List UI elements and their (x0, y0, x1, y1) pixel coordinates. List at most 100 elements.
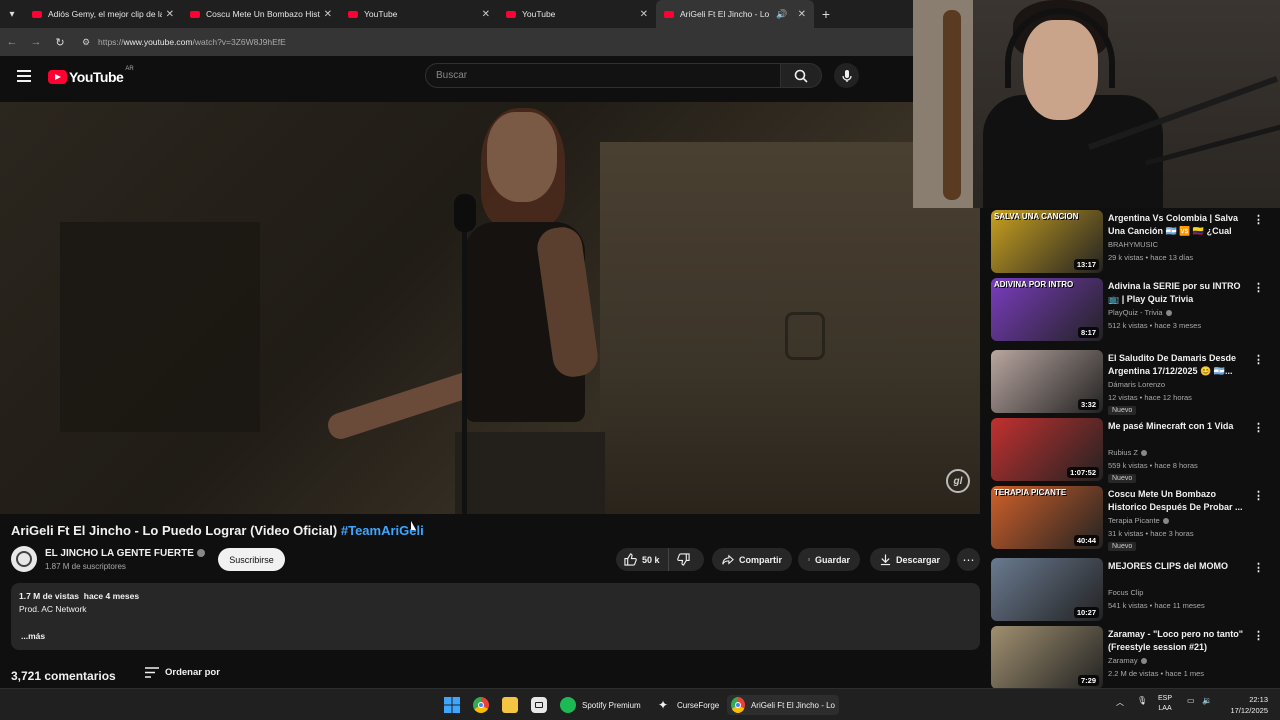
system-clock[interactable]: 22:13 17/12/2025 (1212, 694, 1268, 716)
volume-icon[interactable]: 🔉 (1202, 696, 1212, 705)
youtube-logo[interactable]: YouTube AR (48, 66, 134, 85)
tab-title: AriGeli Ft El Jincho - Lo Pue (680, 9, 770, 19)
recommended-channel[interactable]: BRAHYMUSIC (1108, 240, 1158, 249)
thumbnail-caption: ADIVINA POR INTRO (994, 280, 1074, 289)
recommended-title[interactable]: Me pasé Minecraft con 1 Vida (1108, 420, 1248, 433)
youtube-favicon-icon (348, 10, 358, 18)
subscribe-button[interactable]: Suscribirse (218, 548, 285, 571)
recommended-channel-name: Zaramay (1108, 656, 1138, 665)
recommended-title[interactable]: Coscu Mete Un Bombazo Historico Después … (1108, 488, 1248, 514)
taskbar-app-button[interactable] (527, 695, 551, 715)
search-button[interactable] (781, 63, 822, 88)
video-thumbnail[interactable]: SALVA UNA CANCION 13:17 (991, 210, 1103, 273)
recommended-title[interactable]: Zaramay - "Loco pero no tanto" (Freestyl… (1108, 628, 1248, 654)
recommended-channel[interactable]: Zaramay (1108, 656, 1147, 665)
site-info-icon[interactable]: ⚙ (78, 37, 94, 48)
more-options-icon[interactable]: ⋮ (1253, 629, 1264, 642)
more-options-icon[interactable]: ⋮ (1253, 213, 1264, 226)
video-frame-wall-logo (785, 312, 825, 360)
tab-search-chevron-icon[interactable]: ▾ (0, 0, 24, 28)
windows-logo-icon (444, 697, 460, 713)
channel-avatar[interactable] (11, 546, 37, 572)
browser-tab[interactable]: YouTube ✕ (340, 0, 498, 28)
video-player[interactable]: gl (0, 102, 980, 514)
close-tab-icon[interactable]: ✕ (482, 9, 490, 20)
recommended-video[interactable]: SALVA UNA CANCION 13:17 Argentina Vs Colom… (991, 210, 1276, 274)
like-button[interactable]: 50 k (616, 548, 669, 571)
close-tab-icon[interactable]: ✕ (798, 9, 806, 20)
recommended-title[interactable]: MEJORES CLIPS del MOMO (1108, 560, 1248, 573)
taskbar-chrome-button[interactable] (469, 695, 493, 715)
url-field[interactable]: https://www.youtube.com/watch?v=3Z6W8J9h… (98, 37, 286, 47)
video-thumbnail[interactable]: 3:32 (991, 350, 1103, 413)
thumbs-down-icon (676, 553, 690, 566)
recommended-video[interactable]: TERAPIA PICANTE 40:44 Coscu Mete Un Bombaz… (991, 486, 1276, 551)
taskbar-explorer-button[interactable] (498, 695, 522, 715)
view-count: 1.7 M de vistas (19, 591, 80, 601)
thumbnail-caption: SALVA UNA CANCION (994, 212, 1079, 221)
recommended-channel[interactable]: PlayQuiz - Trivia (1108, 308, 1172, 317)
channel-name[interactable]: EL JINCHO LA GENTE FUERTE (45, 548, 205, 559)
recommended-channel[interactable]: Terapia Picante (1108, 516, 1169, 525)
more-options-icon[interactable]: ⋮ (1253, 281, 1264, 294)
video-thumbnail[interactable]: 1:07:52 (991, 418, 1103, 481)
new-tab-icon[interactable]: + (814, 6, 838, 22)
video-thumbnail[interactable]: ADIVINA POR INTRO 8:17 (991, 278, 1103, 341)
browser-tab[interactable]: YouTube ✕ (498, 0, 656, 28)
more-options-icon[interactable]: ⋮ (1253, 421, 1264, 434)
recommended-title[interactable]: Adivina la SERIE por su INTRO 📺 | Play Q… (1108, 280, 1248, 306)
recommended-channel[interactable]: Focus Clip (1108, 588, 1143, 597)
share-button[interactable]: Compartir (712, 548, 792, 571)
voice-search-button[interactable] (834, 63, 859, 88)
browser-tab[interactable]: Coscu Mete Un Bombazo Histo ✕ (182, 0, 340, 28)
save-button[interactable]: Guardar (798, 548, 860, 571)
reload-icon[interactable]: ↻ (48, 36, 72, 49)
more-actions-icon[interactable]: ⋯ (957, 548, 980, 571)
menu-icon[interactable] (17, 70, 31, 82)
recommended-video[interactable]: 10:27 MEJORES CLIPS del MOMO Focus Clip 541… (991, 558, 1276, 622)
recommended-video[interactable]: 7:29 Zaramay - "Loco pero no tanto" (Free… (991, 626, 1276, 688)
subscriber-count: 1.87 M de suscriptores (45, 562, 126, 571)
comments-count: 3,721 comentarios (11, 669, 116, 683)
upload-age: hace 4 meses (83, 591, 140, 601)
show-hidden-icons-icon[interactable]: ︿ (1116, 697, 1124, 708)
audio-playing-icon[interactable]: 🔊 (776, 9, 787, 20)
recommended-title[interactable]: El Saludito De Damaris Desde Argentina 1… (1108, 352, 1248, 378)
more-options-icon[interactable]: ⋮ (1253, 561, 1264, 574)
close-tab-icon[interactable]: ✕ (640, 9, 648, 20)
close-tab-icon[interactable]: ✕ (166, 9, 174, 20)
video-thumbnail[interactable]: 10:27 (991, 558, 1103, 621)
language-indicator[interactable]: ESP LAA (1158, 694, 1172, 714)
download-button[interactable]: Descargar (870, 548, 950, 571)
channel-watermark-icon[interactable]: gl (946, 469, 970, 493)
start-button[interactable] (440, 695, 464, 715)
recommended-channel[interactable]: Dámaris Lorenzo (1108, 380, 1165, 389)
video-thumbnail[interactable]: TERAPIA PICANTE 40:44 (991, 486, 1103, 549)
browser-tab-active[interactable]: AriGeli Ft El Jincho - Lo Pue 🔊 ✕ (656, 0, 814, 28)
close-tab-icon[interactable]: ✕ (324, 9, 332, 20)
taskbar-chrome-window-button[interactable]: AriGeli Ft El Jincho - Lo (727, 695, 839, 715)
recommended-title[interactable]: Argentina Vs Colombia | Salva Una Canció… (1108, 212, 1248, 238)
taskbar-spotify-button[interactable]: Spotify Premium (556, 695, 645, 715)
recommended-video[interactable]: 3:32 El Saludito De Damaris Desde Argenti… (991, 350, 1276, 415)
network-icon[interactable]: ▭ (1187, 696, 1195, 705)
share-label: Compartir (738, 554, 782, 565)
back-icon[interactable]: ← (0, 36, 24, 48)
sort-comments-button[interactable]: Ordenar por (145, 667, 220, 678)
more-options-icon[interactable]: ⋮ (1253, 489, 1264, 502)
dislike-button[interactable] (669, 548, 703, 571)
forward-icon[interactable]: → (24, 36, 48, 48)
recommended-video[interactable]: 1:07:52 Me pasé Minecraft con 1 Vida Rubiu… (991, 418, 1276, 483)
recommended-video[interactable]: ADIVINA POR INTRO 8:17 Adivina la SERIE po… (991, 278, 1276, 342)
browser-tab[interactable]: Adiós Gemy, el mejor clip de la ✕ (24, 0, 182, 28)
search-input[interactable] (436, 70, 780, 81)
show-more-link[interactable]: ...más (21, 631, 45, 641)
video-thumbnail[interactable]: 7:29 (991, 626, 1103, 688)
more-options-icon[interactable]: ⋮ (1253, 353, 1264, 366)
language-code: ESP (1158, 695, 1173, 702)
microphone-tray-icon[interactable]: 🎙 (1137, 696, 1147, 705)
taskbar-curseforge-button[interactable]: ✦ CurseForge (651, 695, 723, 715)
youtube-header: YouTube AR (0, 56, 913, 102)
description-box[interactable]: 1.7 M de vistas hace 4 meses Prod. AC Ne… (11, 583, 980, 650)
recommended-channel[interactable]: Rubius Z (1108, 448, 1148, 457)
